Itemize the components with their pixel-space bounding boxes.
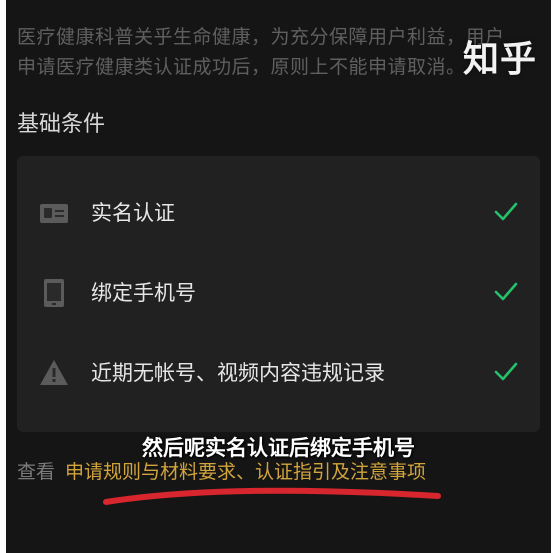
condition-row-phone: 绑定手机号 (17, 258, 540, 328)
condition-label: 绑定手机号 (91, 281, 196, 305)
id-card-icon (40, 204, 68, 223)
rules-link[interactable]: 申请规则与材料要求 (65, 461, 236, 483)
video-subtitle: 然后呢实名认证后绑定手机号 (142, 436, 415, 460)
check-icon (494, 282, 518, 301)
condition-row-real-name: 实名认证 (17, 178, 540, 248)
check-icon (494, 202, 518, 221)
zhihu-watermark: 知乎 (462, 39, 537, 80)
condition-label: 近期无帐号、视频内容违规记录 (91, 361, 385, 385)
condition-label: 实名认证 (91, 201, 175, 225)
red-underline-mark (103, 487, 441, 505)
warning-icon (40, 360, 68, 385)
guide-link[interactable]: 认证指引及注意事项 (255, 461, 426, 483)
phone-icon (44, 279, 64, 307)
intro-text: 医疗健康科普关乎生命健康，为充分保障用户利益，用户申请医疗健康类认证成功后，原则… (17, 26, 505, 78)
app-screen: 医疗健康科普关乎生命健康，为充分保障用户利益，用户申请医疗健康类认证成功后，原则… (6, 0, 551, 553)
check-icon (494, 362, 518, 381)
condition-row-no-violation: 近期无帐号、视频内容违规记录 (17, 338, 540, 408)
conditions-card: 实名认证 绑定手机号 近期无帐号、视频内容违规记录 (17, 156, 540, 432)
footer-separator: 、 (236, 461, 256, 483)
footer-prefix: 查看 (17, 461, 56, 483)
section-title: 基础条件 (17, 112, 106, 137)
